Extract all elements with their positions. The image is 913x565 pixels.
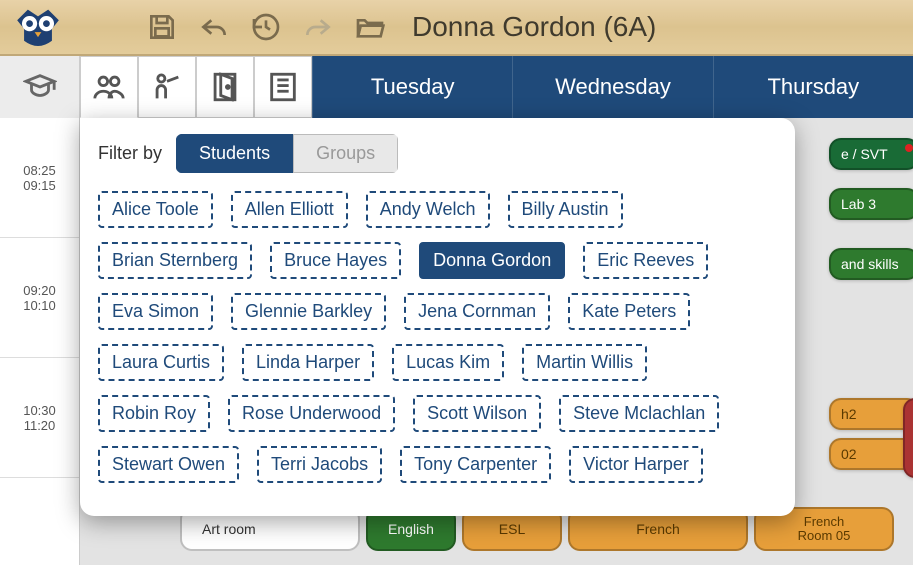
student-chip[interactable]: Martin Willis xyxy=(522,344,647,381)
door-icon xyxy=(208,70,242,104)
course-card[interactable]: e / SVT xyxy=(829,138,913,170)
student-chip[interactable]: Alice Toole xyxy=(98,191,213,228)
student-chip[interactable]: Laura Curtis xyxy=(98,344,224,381)
student-chip[interactable]: Stewart Owen xyxy=(98,446,239,483)
time-slot: 10:3011:20 xyxy=(0,358,79,478)
student-chip[interactable]: Brian Sternberg xyxy=(98,242,252,279)
pin-icon xyxy=(905,144,913,152)
card-french-2-room: Room 05 xyxy=(798,529,851,543)
save-icon[interactable] xyxy=(140,5,184,49)
student-chip[interactable]: Tony Carpenter xyxy=(400,446,551,483)
course-card[interactable]: 02 xyxy=(829,438,913,470)
card-french-2-title: French xyxy=(804,515,844,529)
student-chip[interactable]: Glennie Barkley xyxy=(231,293,386,330)
filter-segmented: Students Groups xyxy=(176,134,398,173)
course-card[interactable] xyxy=(903,398,913,478)
day-header[interactable]: Wednesday xyxy=(512,56,712,118)
left-header-cell xyxy=(0,56,80,118)
graduate-icon xyxy=(23,70,57,104)
book-icon xyxy=(266,70,300,104)
view-tab-people[interactable] xyxy=(80,56,138,118)
student-chip[interactable]: Kate Peters xyxy=(568,293,690,330)
seg-groups[interactable]: Groups xyxy=(293,134,398,173)
student-filter-popup: Filter by Students Groups Alice Toole All… xyxy=(80,118,795,516)
time-slot: 09:2010:10 xyxy=(0,238,79,358)
student-chip[interactable]: Donna Gordon xyxy=(419,242,565,279)
student-chip[interactable]: Robin Roy xyxy=(98,395,210,432)
page-title: Donna Gordon (6A) xyxy=(412,11,656,43)
teacher-icon xyxy=(150,70,184,104)
course-card[interactable]: Lab 3 xyxy=(829,188,913,220)
student-chip[interactable]: Rose Underwood xyxy=(228,395,395,432)
student-chip[interactable]: Billy Austin xyxy=(508,191,623,228)
student-chip[interactable]: Eva Simon xyxy=(98,293,213,330)
student-chip[interactable]: Steve Mclachlan xyxy=(559,395,719,432)
student-chip[interactable]: Terri Jacobs xyxy=(257,446,382,483)
student-chip[interactable]: Linda Harper xyxy=(242,344,374,381)
day-header[interactable]: Tuesday xyxy=(312,56,512,118)
filter-row: Filter by Students Groups xyxy=(98,134,777,173)
time-column: 08:2509:1509:2010:1010:3011:20 xyxy=(0,118,80,565)
student-chip[interactable]: Bruce Hayes xyxy=(270,242,401,279)
course-card[interactable]: and skills xyxy=(829,248,913,280)
app-logo xyxy=(8,2,68,52)
student-chip[interactable]: Jena Cornman xyxy=(404,293,550,330)
course-card[interactable]: h2 xyxy=(829,398,913,430)
open-folder-icon[interactable] xyxy=(348,5,392,49)
redo-icon[interactable] xyxy=(296,5,340,49)
view-mode-tabs xyxy=(80,56,312,118)
student-chip[interactable]: Scott Wilson xyxy=(413,395,541,432)
day-header[interactable]: Thursday xyxy=(713,56,913,118)
top-toolbar: Donna Gordon (6A) xyxy=(0,0,913,56)
day-header-row: TuesdayWednesdayThursday xyxy=(0,56,913,118)
student-chip[interactable]: Lucas Kim xyxy=(392,344,504,381)
view-tab-subject[interactable] xyxy=(254,56,312,118)
people-icon xyxy=(92,70,126,104)
view-tab-teacher[interactable] xyxy=(138,56,196,118)
student-chip[interactable]: Eric Reeves xyxy=(583,242,708,279)
history-icon[interactable] xyxy=(244,5,288,49)
student-chip[interactable]: Andy Welch xyxy=(366,191,490,228)
seg-students[interactable]: Students xyxy=(176,134,293,173)
student-chip[interactable]: Allen Elliott xyxy=(231,191,348,228)
filter-label: Filter by xyxy=(98,143,162,164)
view-tab-room[interactable] xyxy=(196,56,254,118)
undo-icon[interactable] xyxy=(192,5,236,49)
student-chip[interactable]: Victor Harper xyxy=(569,446,703,483)
time-slot: 08:2509:15 xyxy=(0,118,79,238)
student-chip-list: Alice Toole Allen Elliott Andy Welch Billy … xyxy=(98,191,777,483)
